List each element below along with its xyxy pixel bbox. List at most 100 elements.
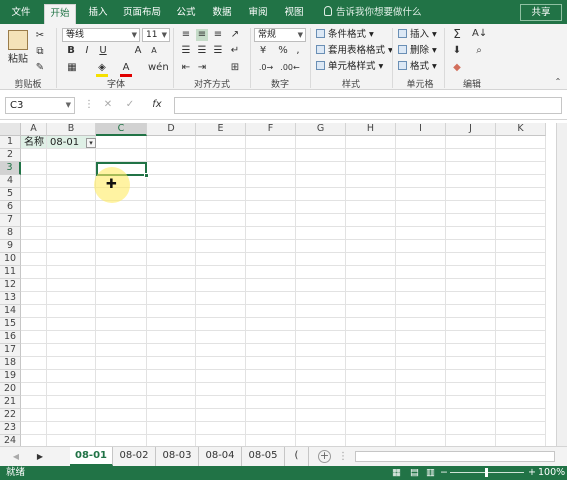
grid-cell[interactable] bbox=[396, 370, 446, 383]
decrease-decimal-icon[interactable]: .00← bbox=[280, 62, 300, 74]
grid-cell[interactable] bbox=[296, 305, 346, 318]
grid-cell[interactable] bbox=[246, 396, 296, 409]
column-header-c[interactable]: C bbox=[96, 123, 147, 136]
grid-cell[interactable] bbox=[496, 383, 546, 396]
grid-cell[interactable] bbox=[96, 357, 147, 370]
grid-cell[interactable] bbox=[147, 227, 196, 240]
grid-cell[interactable] bbox=[21, 409, 47, 422]
row-header-4[interactable]: 4 bbox=[0, 175, 21, 188]
row-header-11[interactable]: 11 bbox=[0, 266, 21, 279]
grid-cell[interactable] bbox=[147, 266, 196, 279]
grid-cell[interactable] bbox=[21, 240, 47, 253]
grid-cell[interactable] bbox=[396, 227, 446, 240]
sheet-tab-08-05[interactable]: 08-05 bbox=[242, 447, 285, 466]
grid-cell[interactable] bbox=[96, 383, 147, 396]
row-header-7[interactable]: 7 bbox=[0, 214, 21, 227]
grid-cell[interactable] bbox=[296, 331, 346, 344]
grid-cell[interactable] bbox=[496, 409, 546, 422]
grid-cell[interactable] bbox=[21, 383, 47, 396]
grid-cell[interactable] bbox=[396, 136, 446, 149]
grid-cell[interactable] bbox=[496, 266, 546, 279]
align-bottom-icon[interactable]: ≡ bbox=[212, 29, 224, 41]
grid-cell[interactable] bbox=[346, 188, 396, 201]
grid-cell[interactable] bbox=[446, 357, 496, 370]
grid-cell[interactable] bbox=[396, 422, 446, 435]
column-header-d[interactable]: D bbox=[147, 123, 196, 136]
cell-styles-button[interactable]: 单元格样式 ▾ bbox=[316, 60, 383, 74]
grid-cell[interactable] bbox=[296, 227, 346, 240]
grid-cell[interactable] bbox=[296, 396, 346, 409]
column-header-i[interactable]: I bbox=[396, 123, 446, 136]
scroll-tabs-right-icon[interactable]: ▶ bbox=[36, 451, 44, 463]
grid-cell[interactable] bbox=[147, 396, 196, 409]
grid-cell[interactable] bbox=[96, 331, 147, 344]
grid-cell[interactable] bbox=[47, 318, 96, 331]
row-header-15[interactable]: 15 bbox=[0, 318, 21, 331]
grid-cell[interactable] bbox=[346, 266, 396, 279]
grid-cell[interactable] bbox=[21, 162, 47, 175]
clear-icon[interactable]: ◆ bbox=[450, 62, 464, 74]
grid-cell[interactable] bbox=[346, 175, 396, 188]
zoom-out-icon[interactable]: − bbox=[440, 466, 448, 480]
grid-cell[interactable] bbox=[196, 409, 246, 422]
row-header-8[interactable]: 8 bbox=[0, 227, 21, 240]
grid-cell[interactable] bbox=[147, 318, 196, 331]
grid-cell[interactable] bbox=[21, 214, 47, 227]
grid-cell[interactable] bbox=[296, 435, 346, 446]
grid-cell[interactable] bbox=[96, 344, 147, 357]
name-box[interactable]: C3 ▼ bbox=[5, 97, 75, 114]
grid-cell[interactable] bbox=[196, 227, 246, 240]
grid-cell[interactable] bbox=[147, 188, 196, 201]
row-header-14[interactable]: 14 bbox=[0, 305, 21, 318]
row-header-23[interactable]: 23 bbox=[0, 422, 21, 435]
grid-cell[interactable] bbox=[147, 370, 196, 383]
grid-cell[interactable] bbox=[246, 162, 296, 175]
grid-cell[interactable] bbox=[496, 422, 546, 435]
grid-cell[interactable] bbox=[21, 318, 47, 331]
grid-cell[interactable] bbox=[346, 409, 396, 422]
normal-view-icon[interactable]: ▦ bbox=[392, 466, 401, 480]
grid-cell[interactable] bbox=[147, 357, 196, 370]
grid-cell[interactable] bbox=[396, 279, 446, 292]
decrease-indent-icon[interactable]: ⇤ bbox=[180, 62, 192, 74]
row-header-24[interactable]: 24 bbox=[0, 435, 21, 446]
grid-cell[interactable] bbox=[196, 331, 246, 344]
align-center-icon[interactable]: ☰ bbox=[196, 45, 208, 57]
grid-cell[interactable] bbox=[396, 240, 446, 253]
insert-cells-button[interactable]: 插入 ▾ bbox=[398, 28, 437, 42]
tab-formulas[interactable]: 公式 bbox=[172, 4, 200, 24]
scroll-tabs-left-icon[interactable]: ◀ bbox=[12, 451, 20, 463]
grid-cell[interactable] bbox=[296, 188, 346, 201]
grid-cell[interactable] bbox=[396, 435, 446, 446]
grid-cell[interactable] bbox=[496, 396, 546, 409]
grid-cell[interactable] bbox=[21, 396, 47, 409]
font-color-icon[interactable]: A bbox=[120, 62, 132, 77]
grid-cell[interactable] bbox=[496, 279, 546, 292]
delete-cells-button[interactable]: 删除 ▾ bbox=[398, 44, 437, 58]
grid-cell[interactable] bbox=[396, 162, 446, 175]
grid-cell[interactable] bbox=[147, 214, 196, 227]
grid-cell[interactable] bbox=[196, 318, 246, 331]
grid-cell[interactable] bbox=[47, 292, 96, 305]
grid-cell[interactable] bbox=[21, 266, 47, 279]
align-top-icon[interactable]: ≡ bbox=[180, 29, 192, 41]
grid-cell[interactable] bbox=[246, 331, 296, 344]
row-header-2[interactable]: 2 bbox=[0, 149, 21, 162]
grid-cell[interactable] bbox=[446, 214, 496, 227]
grid-cell[interactable] bbox=[346, 227, 396, 240]
grid-cell[interactable] bbox=[296, 266, 346, 279]
paste-button[interactable]: 粘贴 bbox=[6, 54, 30, 66]
grid-cell[interactable] bbox=[21, 227, 47, 240]
row-header-20[interactable]: 20 bbox=[0, 383, 21, 396]
grid-cell[interactable] bbox=[496, 175, 546, 188]
grid-cell[interactable] bbox=[47, 435, 96, 446]
grid-cell[interactable] bbox=[47, 175, 96, 188]
row-header-21[interactable]: 21 bbox=[0, 396, 21, 409]
number-format-combo[interactable]: 常规 ▼ bbox=[254, 28, 306, 42]
grid-cell[interactable] bbox=[246, 266, 296, 279]
formula-input[interactable] bbox=[174, 97, 562, 114]
grid-cell[interactable] bbox=[21, 292, 47, 305]
grid-cell[interactable] bbox=[96, 370, 147, 383]
grid-cell[interactable] bbox=[296, 409, 346, 422]
grid-cell[interactable] bbox=[196, 136, 246, 149]
